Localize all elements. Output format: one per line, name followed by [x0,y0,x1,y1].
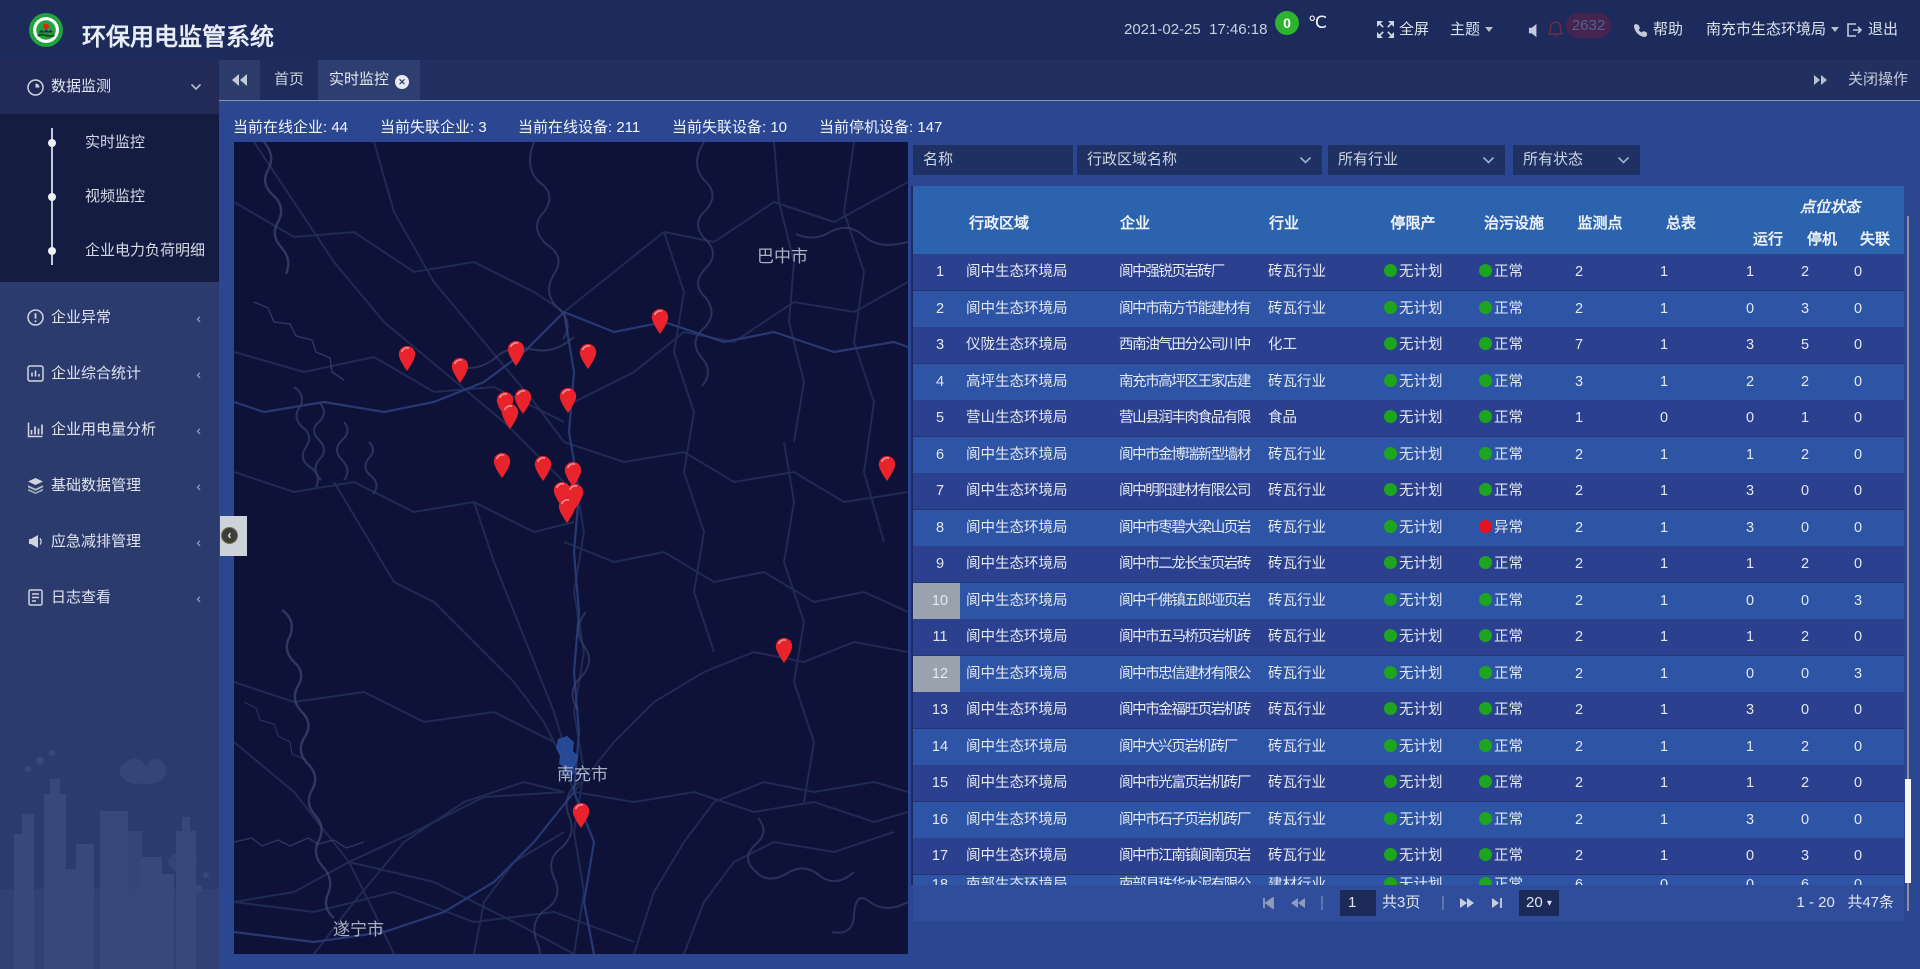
svg-text:遂宁市: 遂宁市 [333,920,384,939]
svg-text:巴中市: 巴中市 [757,247,808,266]
svg-text:南充市: 南充市 [557,765,608,784]
